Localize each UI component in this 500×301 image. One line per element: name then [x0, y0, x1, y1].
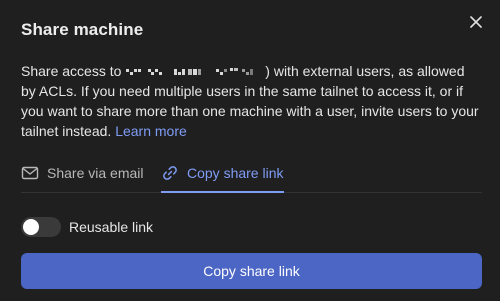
toggle-knob	[23, 219, 39, 235]
share-tabs: Share via email Copy share link	[21, 163, 482, 193]
reusable-link-row: Reusable link	[21, 217, 153, 237]
tab-label: Share via email	[47, 165, 144, 181]
reusable-link-toggle[interactable]	[21, 217, 61, 237]
tab-copy-share-link[interactable]: Copy share link	[161, 163, 284, 193]
mail-icon	[21, 166, 39, 180]
dialog-description: Share access to ) with external users, a…	[21, 61, 481, 141]
redacted-machine-name	[126, 68, 254, 76]
close-icon	[470, 16, 482, 28]
reusable-link-label: Reusable link	[69, 219, 154, 235]
copy-share-link-button[interactable]: Copy share link	[21, 253, 482, 289]
description-part1: Share access to	[21, 63, 122, 79]
learn-more-link[interactable]: Learn more	[115, 123, 187, 139]
close-button[interactable]	[466, 12, 486, 32]
tab-share-via-email[interactable]: Share via email	[21, 163, 144, 192]
tab-label: Copy share link	[187, 165, 284, 181]
share-machine-dialog: Share machine Share access to ) with ext…	[0, 0, 500, 301]
link-icon	[163, 166, 177, 180]
dialog-title: Share machine	[21, 20, 144, 39]
